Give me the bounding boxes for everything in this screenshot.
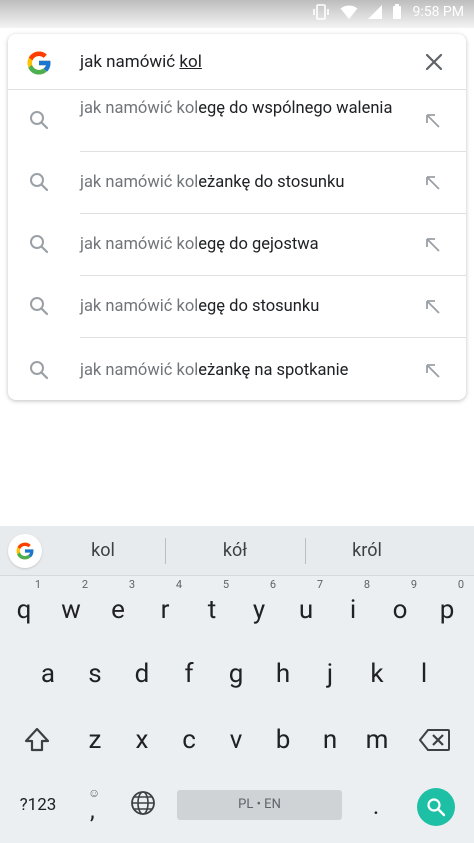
query-text: jak namówić [80, 52, 180, 72]
suggestion-item[interactable]: jak namówić kolegę do wspólnego walenia [8, 90, 466, 152]
key-y[interactable]: y6 [236, 578, 282, 638]
key-n[interactable]: n [307, 712, 353, 768]
key-q[interactable]: q1 [1, 578, 47, 638]
symbols-key[interactable]: ?123 [10, 792, 66, 818]
backspace-icon [418, 729, 450, 751]
arrow-up-left-icon[interactable] [424, 112, 442, 130]
key-p[interactable]: p0 [424, 578, 470, 638]
key-w[interactable]: w2 [48, 578, 94, 638]
word-suggestion[interactable]: król [317, 540, 417, 561]
suggestion-typed-text: jak namówić kol [80, 361, 199, 380]
arrow-up-left-icon[interactable] [424, 236, 442, 254]
word-suggestion[interactable]: kół [185, 540, 285, 561]
suggestion-item[interactable]: jak namówić koleżankę na spotkanie [8, 338, 466, 400]
suggestion-completion-text: egę do stosunku [198, 297, 320, 316]
search-bar[interactable]: jak namówić kol [8, 34, 466, 90]
shift-key[interactable] [14, 712, 60, 768]
key-l[interactable]: l [401, 646, 447, 702]
suggestion-completion-text: egę do wspólnego walenia [198, 99, 393, 118]
divider [165, 538, 166, 564]
word-suggestion[interactable]: kol [53, 540, 153, 561]
search-icon [427, 798, 446, 817]
status-bar: 9:58 PM [0, 0, 474, 28]
search-input[interactable]: jak namówić kol [80, 52, 202, 72]
key-u[interactable]: u7 [283, 578, 329, 638]
suggestion-typed-text: jak namówić kol [80, 99, 199, 118]
arrow-up-left-icon[interactable] [424, 174, 442, 192]
divider [305, 538, 306, 564]
key-a[interactable]: a [25, 646, 71, 702]
key-g[interactable]: g [213, 646, 259, 702]
arrow-up-left-icon[interactable] [424, 362, 442, 380]
comma-key[interactable]: ☺ , [80, 784, 110, 824]
key-s[interactable]: s [72, 646, 118, 702]
search-card: jak namówić kol jak namówić kolegę do ws… [8, 34, 466, 400]
key-x[interactable]: x [119, 712, 165, 768]
google-logo-icon [16, 542, 34, 560]
key-d[interactable]: d [119, 646, 165, 702]
search-icon [30, 173, 49, 192]
signal-icon [368, 5, 383, 19]
query-composing-text: kol [179, 52, 202, 72]
suggestion-completion-text: egę do gejostwa [198, 235, 319, 254]
key-b[interactable]: b [260, 712, 306, 768]
suggestion-typed-text: jak namówić kol [80, 173, 199, 192]
google-logo-icon [27, 51, 52, 75]
suggestion-completion-text: eżankę do stosunku [198, 173, 345, 192]
close-icon[interactable] [424, 52, 444, 72]
key-z[interactable]: z [72, 712, 118, 768]
key-m[interactable]: m [354, 712, 400, 768]
keyboard-google-button[interactable] [8, 534, 42, 568]
key-c[interactable]: c [166, 712, 212, 768]
key-e[interactable]: e3 [95, 578, 141, 638]
search-icon [30, 235, 49, 254]
key-t[interactable]: t5 [189, 578, 235, 638]
suggestion-typed-text: jak namówić kol [80, 235, 199, 254]
status-time: 9:58 PM [412, 4, 464, 20]
suggestion-item[interactable]: jak namówić koleżankę do stosunku [8, 152, 466, 214]
key-o[interactable]: o9 [377, 578, 423, 638]
shift-icon [24, 727, 50, 752]
suggestion-completion-text: eżankę na spotkanie [198, 361, 349, 380]
language-key[interactable] [128, 790, 158, 820]
suggestion-item[interactable]: jak namówić kolegę do gejostwa [8, 214, 466, 276]
arrow-up-left-icon[interactable] [424, 298, 442, 316]
key-j[interactable]: j [307, 646, 353, 702]
wifi-icon [340, 5, 358, 20]
search-icon [30, 361, 49, 380]
key-h[interactable]: h [260, 646, 306, 702]
battery-icon [392, 4, 402, 20]
backspace-key[interactable] [412, 712, 458, 768]
space-key[interactable]: PL • EN [177, 790, 342, 820]
globe-icon [131, 791, 155, 815]
suggestion-typed-text: jak namówić kol [80, 297, 199, 316]
search-key[interactable] [417, 788, 455, 826]
suggestion-item[interactable]: jak namówić kolegę do stosunku [8, 276, 466, 338]
period-key[interactable]: . [366, 788, 386, 824]
key-r[interactable]: r4 [142, 578, 188, 638]
key-k[interactable]: k [354, 646, 400, 702]
keyboard: kol kół król q1 w2 e3 r4 t5 y6 u7 i8 o9 … [0, 526, 474, 843]
key-v[interactable]: v [213, 712, 259, 768]
key-f[interactable]: f [166, 646, 212, 702]
search-icon [30, 297, 49, 316]
vibrate-icon [312, 4, 330, 20]
search-icon [30, 111, 49, 130]
keyboard-suggestion-bar: kol kół król [0, 526, 474, 576]
key-i[interactable]: i8 [330, 578, 376, 638]
